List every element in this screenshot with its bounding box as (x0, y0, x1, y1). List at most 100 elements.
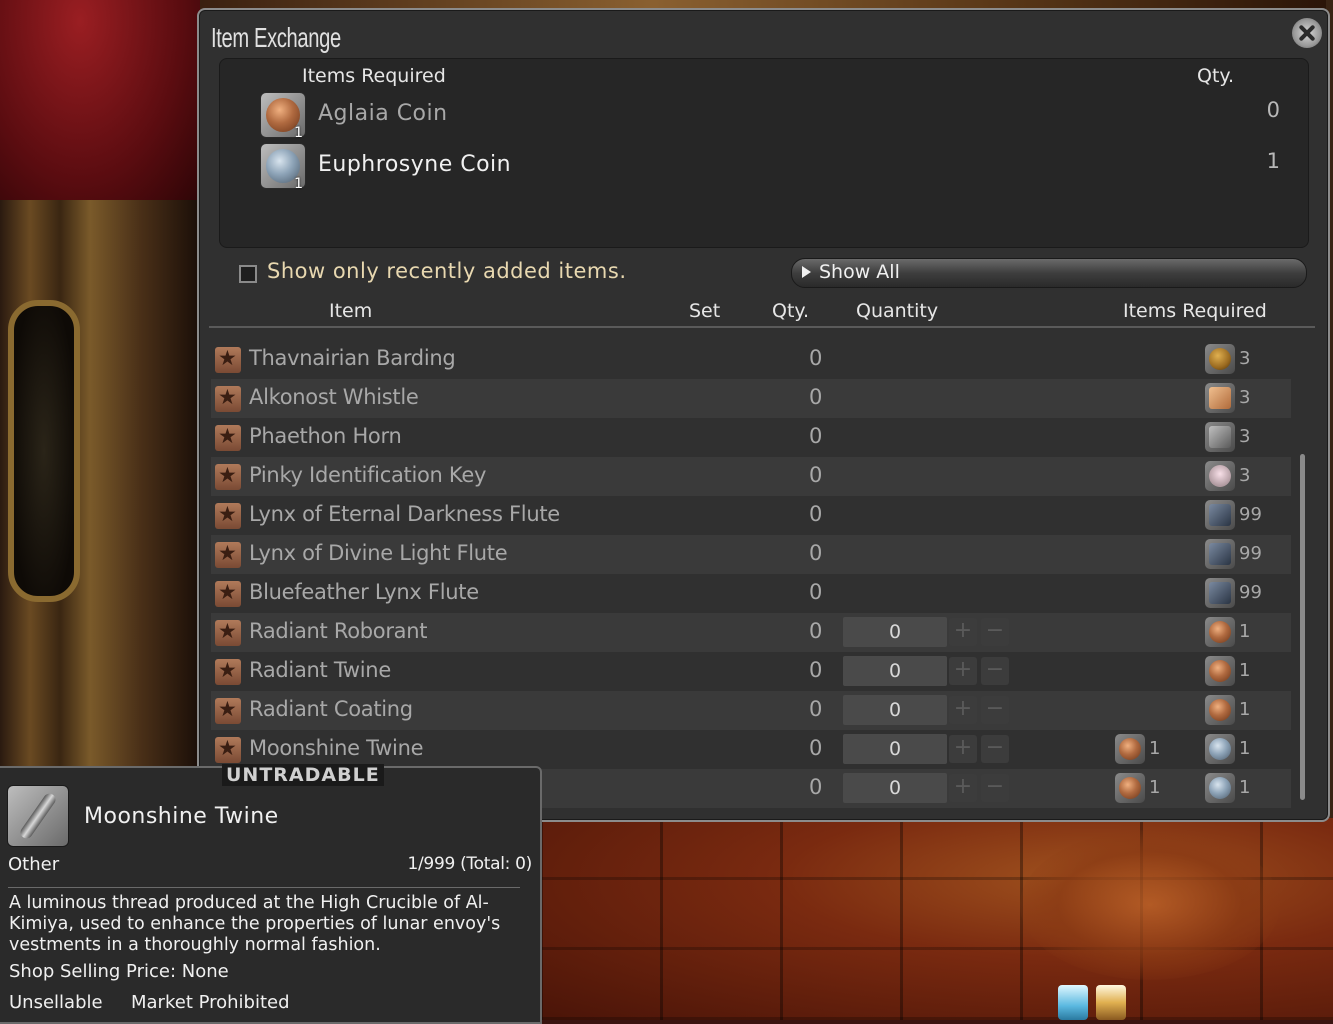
required-item-qty: 1 (1266, 149, 1280, 173)
filter-dropdown[interactable]: Show All (791, 258, 1307, 288)
key-icon[interactable] (1205, 461, 1235, 491)
table-row[interactable]: Radiant Coating00+−1 (211, 691, 1291, 730)
euphrosyne-coin-icon[interactable] (1205, 773, 1235, 803)
header-divider (209, 326, 1315, 328)
increment-button[interactable]: + (949, 696, 977, 724)
table-row[interactable]: Thavnairian Barding 0 3 (211, 340, 1291, 379)
ornate-mirror (8, 300, 80, 602)
recent-items-checkbox[interactable] (239, 265, 257, 283)
item-name: Pinky Identification Key (249, 463, 487, 487)
favorite-star-icon[interactable] (215, 619, 241, 646)
quantity-input[interactable]: 0 (843, 617, 947, 647)
favorite-star-icon[interactable] (215, 424, 241, 451)
table-row[interactable]: Lynx of Eternal Darkness Flute 0 99 (211, 496, 1291, 535)
item-name: Radiant Twine (249, 658, 391, 682)
required-item-row: 1 Euphrosyne Coin 1 (260, 143, 1280, 192)
required-count: 3 (1239, 426, 1251, 447)
egg-icon[interactable] (1205, 344, 1235, 374)
item-qty: 0 (809, 697, 823, 721)
aglaia-coin-icon[interactable] (1205, 617, 1235, 647)
triangle-right-icon (802, 266, 811, 278)
euphrosyne-coin-icon[interactable]: 1 (260, 143, 306, 192)
required-count: 3 (1239, 387, 1251, 408)
item-qty: 0 (809, 658, 823, 682)
table-row[interactable]: Phaethon Horn 0 3 (211, 418, 1291, 457)
required-count: 1 (1149, 738, 1161, 759)
hud-chest-icon[interactable] (1096, 985, 1126, 1020)
item-qty: 0 (809, 580, 823, 604)
table-row[interactable]: Lynx of Divine Light Flute 0 99 (211, 535, 1291, 574)
aglaia-coin-icon[interactable] (1205, 695, 1235, 725)
table-row[interactable]: Pinky Identification Key 0 3 (211, 457, 1291, 496)
required-count: 99 (1239, 504, 1262, 525)
tooltip-divider (8, 887, 520, 888)
table-row[interactable]: Alkonost Whistle 0 3 (211, 379, 1291, 418)
favorite-star-icon[interactable] (215, 697, 241, 724)
quantity-input[interactable]: 0 (843, 695, 947, 725)
decrement-button[interactable]: − (981, 657, 1009, 685)
favorite-star-icon[interactable] (215, 541, 241, 568)
required-count: 3 (1239, 465, 1251, 486)
quantity-input[interactable]: 0 (843, 773, 947, 803)
flute-icon[interactable] (1205, 578, 1235, 608)
col-header-set[interactable]: Set (689, 300, 720, 322)
col-header-item[interactable]: Item (329, 300, 372, 322)
flute-icon[interactable] (1205, 500, 1235, 530)
required-count: 1 (1239, 699, 1251, 720)
required-count: 99 (1239, 543, 1262, 564)
item-name: Phaethon Horn (249, 424, 402, 448)
col-header-quantity[interactable]: Quantity (856, 300, 938, 322)
horn-icon[interactable] (1205, 422, 1235, 452)
table-row[interactable]: Radiant Twine00+−1 (211, 652, 1291, 691)
favorite-star-icon[interactable] (215, 736, 241, 763)
increment-button[interactable]: + (949, 657, 977, 685)
flute-icon[interactable] (1205, 539, 1235, 569)
recent-items-label[interactable]: Show only recently added items. (267, 259, 627, 283)
whistle-icon[interactable] (1205, 383, 1235, 413)
table-row[interactable]: Bluefeather Lynx Flute 0 99 (211, 574, 1291, 613)
col-header-qty[interactable]: Qty. (772, 300, 809, 322)
tooltip-market-prohibited: Market Prohibited (131, 992, 290, 1013)
required-count: 3 (1239, 348, 1251, 369)
decrement-button[interactable]: − (981, 618, 1009, 646)
decrement-button[interactable]: − (981, 735, 1009, 763)
col-header-items-required[interactable]: Items Required (1123, 300, 1267, 322)
required-count: 99 (1239, 582, 1262, 603)
hud-crystal-icon[interactable] (1058, 985, 1088, 1020)
increment-button[interactable]: + (949, 774, 977, 802)
aglaia-coin-icon[interactable] (1115, 773, 1145, 803)
favorite-star-icon[interactable] (215, 502, 241, 529)
increment-button[interactable]: + (949, 618, 977, 646)
list-scrollbar[interactable] (1300, 454, 1305, 800)
curtain-drape (0, 0, 200, 210)
aglaia-coin-icon[interactable] (1205, 656, 1235, 686)
tooltip-description: A luminous thread produced at the High C… (9, 893, 501, 955)
favorite-star-icon[interactable] (215, 658, 241, 685)
decrement-button[interactable]: − (981, 696, 1009, 724)
item-name: Moonshine Twine (249, 736, 424, 760)
favorite-star-icon[interactable] (215, 463, 241, 490)
item-name: Alkonost Whistle (249, 385, 419, 409)
favorite-star-icon[interactable] (215, 346, 241, 373)
euphrosyne-coin-icon[interactable] (1205, 734, 1235, 764)
coin-count: 1 (294, 125, 303, 141)
quantity-input[interactable]: 0 (843, 734, 947, 764)
required-count: 1 (1239, 738, 1251, 759)
quantity-input[interactable]: 0 (843, 656, 947, 686)
tooltip-item-name: Moonshine Twine (84, 804, 279, 829)
table-row[interactable]: Radiant Roborant00+−1 (211, 613, 1291, 652)
close-button[interactable] (1292, 18, 1322, 48)
required-count: 1 (1149, 777, 1161, 798)
favorite-star-icon[interactable] (215, 580, 241, 607)
item-qty: 0 (809, 502, 823, 526)
aglaia-coin-icon[interactable] (1115, 734, 1145, 764)
decrement-button[interactable]: − (981, 774, 1009, 802)
aglaia-coin-icon[interactable]: 1 (260, 92, 306, 141)
required-count: 1 (1239, 777, 1251, 798)
item-name: Lynx of Divine Light Flute (249, 541, 508, 565)
favorite-star-icon[interactable] (215, 385, 241, 412)
item-name: Radiant Roborant (249, 619, 428, 643)
item-name: Lynx of Eternal Darkness Flute (249, 502, 560, 526)
increment-button[interactable]: + (949, 735, 977, 763)
item-name: Radiant Coating (249, 697, 413, 721)
